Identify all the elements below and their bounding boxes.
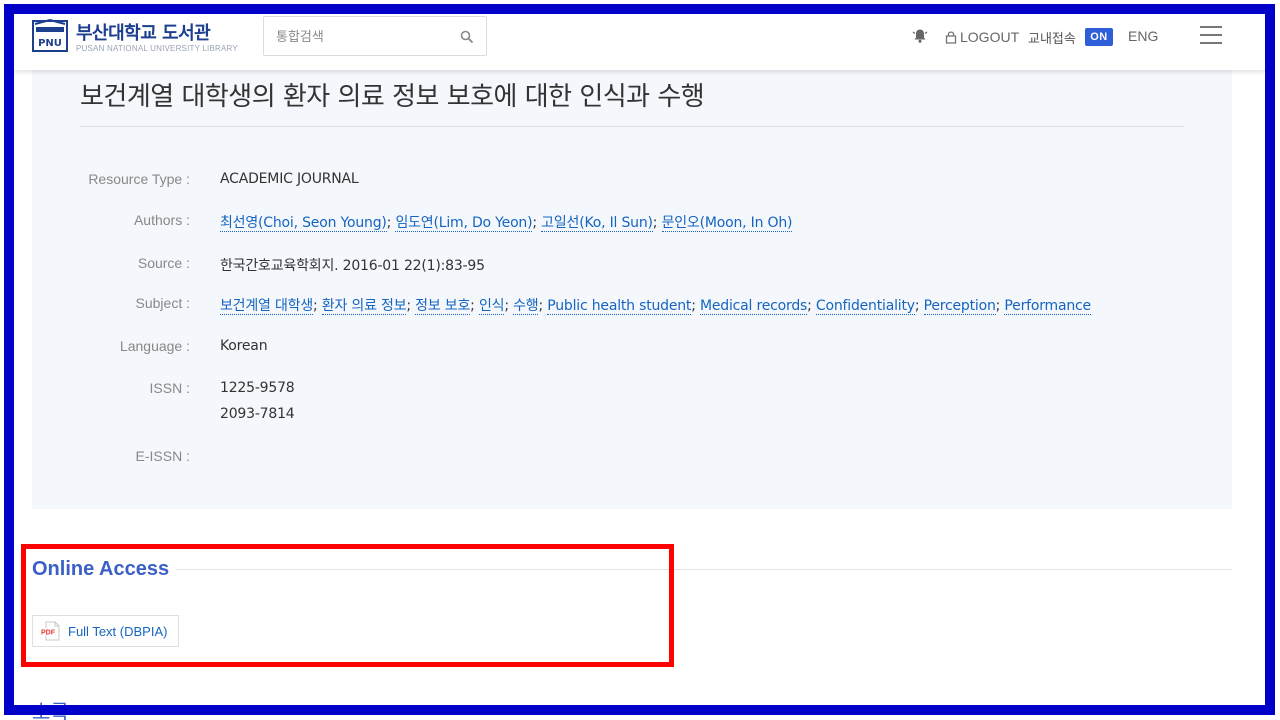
svg-text:PNU: PNU [38,38,62,49]
record-title: 보건계열 대학생의 환자 의료 정보 보호에 대한 인식과 수행 [80,82,705,112]
subject-link[interactable]: 보건계열 대학생 [220,298,313,315]
search-icon[interactable] [460,30,474,44]
search-input[interactable] [276,27,446,47]
issn-value-online: 2093-7814 [220,406,295,422]
lock-icon [945,31,957,44]
logout-link[interactable]: LOGOUT [945,28,1019,46]
logout-label: LOGOUT [960,29,1020,45]
search-box [263,16,487,56]
svg-text:PDF: PDF [41,630,56,637]
language-label: Language : [119,338,190,354]
library-logo[interactable]: PNU 부산대학교 도서관 PUSAN NATIONAL UNIVERSITY … [32,18,252,58]
issn-value-print: 1225-9578 [220,380,295,396]
subject-link[interactable]: Performance [1004,298,1091,315]
subject-link[interactable]: Perception [923,298,996,315]
scrollbar-thumb[interactable] [1267,124,1274,444]
full-text-button[interactable]: PDF Full Text (DBPIA) [32,615,179,647]
subject-link[interactable]: 정보 보호 [415,298,470,315]
subject-link[interactable]: 인식 [478,298,505,315]
source-label: Source : [137,255,190,271]
eissn-label: E-ISSN : [135,448,190,464]
site-header: PNU 부산대학교 도서관 PUSAN NATIONAL UNIVERSITY … [14,14,1266,70]
title-divider [80,126,1184,127]
record-detail-panel: 보건계열 대학생의 환자 의료 정보 보호에 대한 인식과 수행 Resourc… [32,70,1232,509]
source-value: 한국간호교육학회지. 2016-01 22(1):83-95 [220,258,485,274]
abstract-section-title: 초록 [32,700,69,720]
subject-value: 보건계열 대학생; 환자 의료 정보; 정보 보호; 인식; 수행; Publi… [220,298,1091,315]
resource-type-label: Resource Type : [88,171,190,187]
resource-type-value: ACADEMIC JOURNAL [220,171,359,187]
vertical-scrollbar[interactable] [1266,14,1275,705]
subject-link[interactable]: Confidentiality [815,298,915,315]
author-link[interactable]: 고일선(Ko, Il Sun) [541,215,653,232]
logo-title: 부산대학교 도서관 [76,23,211,44]
campus-status-badge: ON [1085,28,1113,46]
section-divider [176,569,1232,570]
online-access-title: Online Access [32,558,170,580]
subject-label: Subject : [135,295,190,311]
issn-label: ISSN : [149,380,190,396]
subject-link[interactable]: 수행 [513,298,539,315]
full-text-label: Full Text (DBPIA) [68,623,168,639]
pdf-icon: PDF [41,621,60,641]
language-value: Korean [220,338,268,354]
campus-access-label[interactable]: 교내접속 [1028,28,1076,47]
authors-value: 최선영(Choi, Seon Young); 임도연(Lim, Do Yeon)… [220,215,793,232]
subject-link[interactable]: 환자 의료 정보 [321,298,407,315]
author-link[interactable]: 문인오(Moon, In Oh) [661,215,792,232]
university-emblem-icon: PNU [32,18,68,52]
hamburger-menu-icon[interactable] [1200,26,1222,46]
subject-link[interactable]: Medical records [700,298,807,315]
subject-link[interactable]: Public health student [547,298,691,315]
author-link[interactable]: 임도연(Lim, Do Yeon) [395,215,533,232]
online-access-section: Online Access PDF Full Text (DBPIA) [32,556,1232,666]
logo-subtitle: PUSAN NATIONAL UNIVERSITY LIBRARY [76,44,238,53]
authors-label: Authors : [133,212,190,228]
author-link[interactable]: 최선영(Choi, Seon Young) [220,215,387,232]
notification-bell-icon[interactable] [912,28,928,44]
language-switch-link[interactable]: ENG [1128,28,1158,44]
